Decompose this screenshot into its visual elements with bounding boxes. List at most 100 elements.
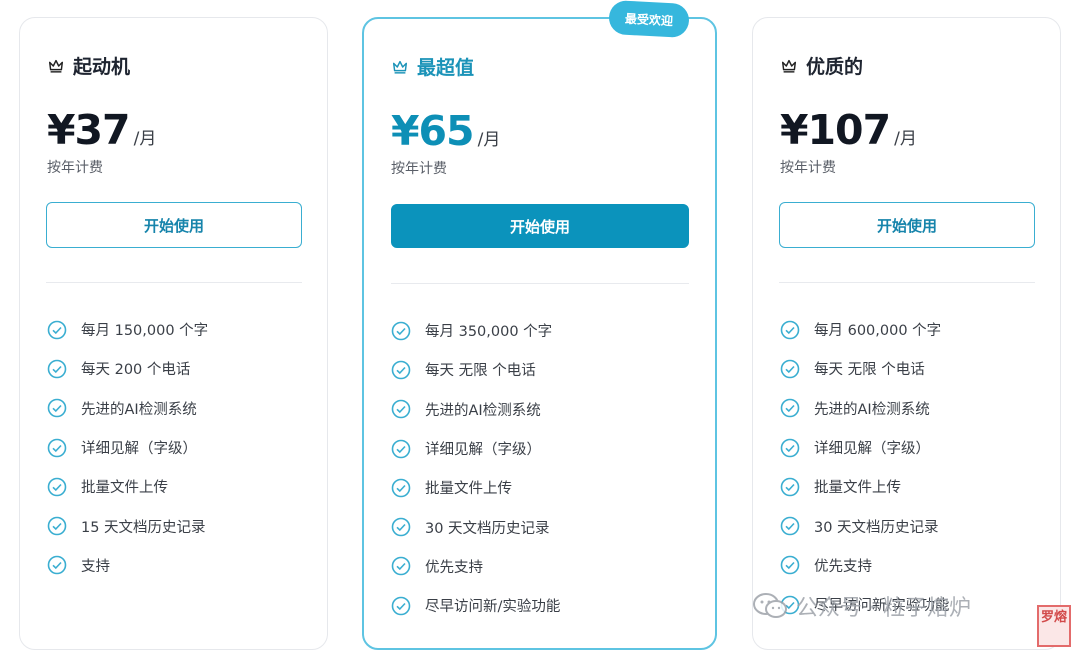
plan-card-premium: 优质的 ¥107 /月 按年计费 开始使用 每月 600,000 个字 每天 无… [752, 17, 1061, 650]
start-button[interactable]: 开始使用 [391, 204, 689, 248]
divider [779, 282, 1035, 283]
feature-text: 尽早访问新/实验功能 [425, 599, 561, 616]
check-circle-icon [780, 320, 800, 339]
check-circle-icon [47, 556, 67, 575]
feature-list: 每月 350,000 个字 每天 无限 个电话 先进的AI检测系统 详细见解（字… [391, 311, 560, 625]
feature-text: 每月 150,000 个字 [81, 323, 209, 340]
feature-text: 详细见解（字级） [425, 442, 541, 459]
billing-note: 按年计费 [47, 160, 103, 176]
plan-card-best-value: 最超值 ¥65 /月 按年计费 开始使用 每月 350,000 个字 每天 无限… [362, 17, 717, 650]
check-circle-icon [780, 556, 800, 575]
feature-item: 每月 600,000 个字 [780, 310, 949, 349]
price-period: /月 [133, 129, 157, 149]
feature-text: 优先支持 [425, 559, 483, 576]
plan-header: 起动机 [47, 52, 130, 79]
feature-item: 每天 200 个电话 [47, 349, 208, 388]
plan-name: 优质的 [806, 56, 864, 78]
start-button[interactable]: 开始使用 [46, 202, 302, 248]
start-button[interactable]: 开始使用 [779, 202, 1035, 248]
plan-header: 优质的 [780, 52, 863, 79]
feature-text: 详细见解（字级） [81, 441, 197, 458]
feature-item: 先进的AI检测系统 [391, 390, 560, 429]
check-circle-icon [780, 477, 800, 497]
feature-item: 15 天文档历史记录 [47, 506, 208, 545]
feature-list: 每月 150,000 个字 每天 200 个电话 先进的AI检测系统 详细见解（… [47, 310, 208, 585]
check-circle-icon [47, 359, 67, 379]
billing-note: 按年计费 [780, 160, 836, 176]
price-row: ¥37 /月 [47, 106, 156, 154]
check-circle-icon [47, 320, 67, 339]
price-row: ¥65 /月 [391, 107, 500, 155]
feature-text: 先进的AI检测系统 [81, 401, 197, 418]
price-period: /月 [894, 129, 917, 149]
feature-item: 每月 150,000 个字 [47, 310, 208, 349]
divider [391, 283, 689, 284]
check-circle-icon [391, 478, 411, 498]
feature-text: 30 天文档历史记录 [425, 520, 550, 537]
feature-text: 15 天文档历史记录 [81, 519, 206, 536]
check-circle-icon [391, 439, 411, 458]
feature-item: 批量文件上传 [391, 468, 560, 507]
crown-icon [781, 59, 797, 73]
check-circle-icon [391, 596, 411, 616]
check-circle-icon [47, 516, 67, 536]
feature-text: 30 天文档历史记录 [814, 519, 939, 536]
plan-header: 最超值 [391, 53, 474, 80]
feature-text: 支持 [81, 558, 110, 575]
check-circle-icon [780, 438, 800, 457]
check-circle-icon [391, 360, 411, 380]
feature-text: 先进的AI检测系统 [814, 401, 930, 418]
feature-item: 每天 无限 个电话 [780, 349, 949, 388]
seal-stamp: 罗熔 [1037, 605, 1071, 647]
billing-note: 按年计费 [391, 161, 447, 177]
feature-item: 30 天文档历史记录 [780, 506, 949, 545]
plan-name: 起动机 [73, 56, 131, 78]
price-row: ¥107 /月 [780, 106, 917, 154]
feature-item: 每月 350,000 个字 [391, 311, 560, 350]
check-circle-icon [47, 477, 67, 497]
check-circle-icon [780, 516, 800, 536]
plan-price: ¥37 [47, 106, 131, 154]
feature-item: 先进的AI检测系统 [47, 389, 208, 428]
feature-text: 每天 无限 个电话 [814, 362, 925, 379]
feature-item: 每天 无限 个电话 [391, 350, 560, 389]
check-circle-icon [391, 321, 411, 340]
check-circle-icon [391, 399, 411, 419]
feature-text: 每月 350,000 个字 [425, 324, 553, 341]
feature-list: 每月 600,000 个字 每天 无限 个电话 先进的AI检测系统 详细见解（字… [780, 310, 949, 624]
feature-item: 优先支持 [391, 547, 560, 586]
feature-text: 先进的AI检测系统 [425, 402, 541, 419]
feature-item: 批量文件上传 [47, 467, 208, 506]
feature-text: 每月 600,000 个字 [814, 323, 942, 340]
feature-text: 每天 无限 个电话 [425, 363, 536, 380]
crown-icon [392, 60, 408, 74]
feature-item: 批量文件上传 [780, 467, 949, 506]
feature-item: 30 天文档历史记录 [391, 507, 560, 546]
plan-card-starter: 起动机 ¥37 /月 按年计费 开始使用 每月 150,000 个字 每天 20… [19, 17, 328, 650]
feature-item: 先进的AI检测系统 [780, 389, 949, 428]
divider [46, 282, 302, 283]
check-circle-icon [391, 557, 411, 576]
check-circle-icon [47, 438, 67, 457]
feature-text: 批量文件上传 [814, 480, 901, 497]
plan-name: 最超值 [417, 57, 475, 79]
crown-icon [48, 59, 64, 73]
feature-item: 尽早访问新/实验功能 [391, 586, 560, 625]
check-circle-icon [391, 517, 411, 537]
check-circle-icon [780, 359, 800, 379]
most-popular-badge: 最受欢迎 [608, 0, 690, 39]
wechat-icon [753, 593, 787, 618]
feature-text: 批量文件上传 [425, 481, 512, 498]
feature-item: 详细见解（字级） [391, 429, 560, 468]
check-circle-icon [47, 398, 67, 418]
feature-item: 优先支持 [780, 546, 949, 585]
price-period: /月 [477, 130, 501, 150]
feature-text: 每天 200 个电话 [81, 362, 191, 379]
feature-text: 详细见解（字级） [814, 441, 930, 458]
plan-price: ¥65 [391, 107, 475, 155]
feature-item: 详细见解（字级） [780, 428, 949, 467]
watermark: 公众号 · 粒子熔炉 [752, 590, 971, 622]
feature-text: 优先支持 [814, 558, 872, 575]
feature-item: 支持 [47, 546, 208, 585]
plan-price: ¥107 [780, 106, 891, 154]
